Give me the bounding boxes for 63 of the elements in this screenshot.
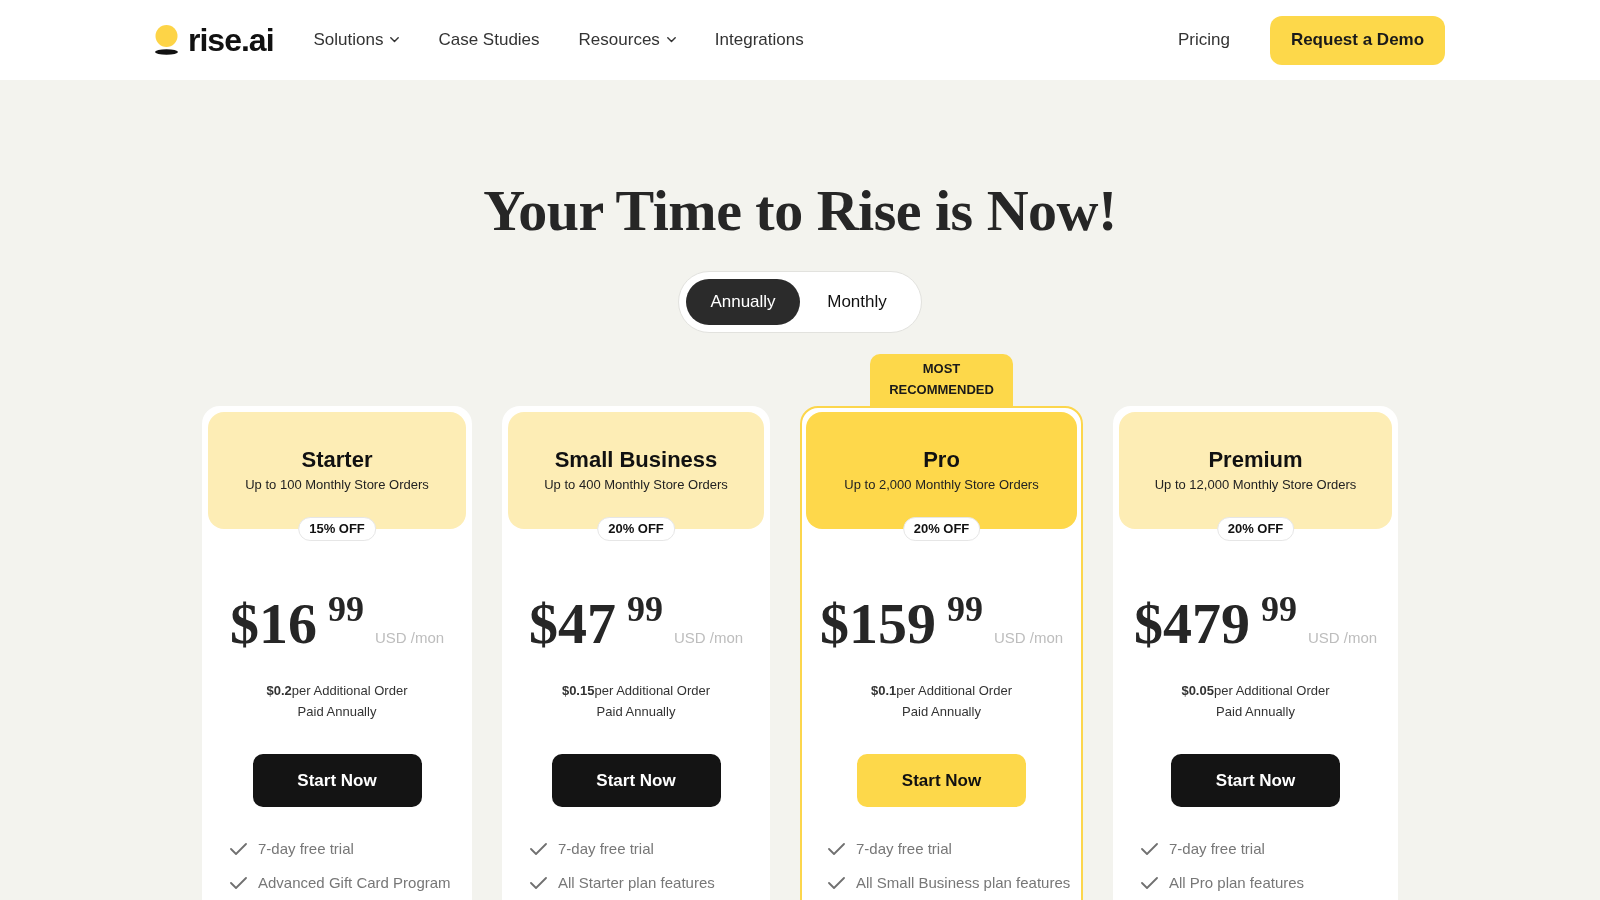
feature-text: All Starter plan features (558, 873, 715, 893)
check-icon (230, 843, 247, 855)
logo-icon[interactable] (155, 25, 178, 55)
discount-badge: 15% OFF (298, 517, 376, 541)
feature-text: 7-day free trial (856, 839, 952, 859)
price-cents: 99 (946, 591, 983, 627)
billing-note: Paid Annually (595, 703, 677, 721)
start-now-button[interactable]: Start Now (551, 754, 721, 807)
price-unit: USD /mon (1307, 628, 1378, 648)
check-icon (530, 877, 547, 889)
price-unit: USD /mon (374, 628, 445, 648)
additional-order-price: $0.05per Additional Order (1180, 682, 1331, 700)
price-cents: 99 (1260, 591, 1297, 627)
check-icon (828, 877, 845, 889)
start-now-button[interactable]: Start Now (252, 754, 422, 807)
price-unit: USD /mon (673, 628, 744, 648)
additional-order-price: $0.1per Additional Order (870, 682, 1013, 700)
check-icon (1141, 843, 1158, 855)
price-cents: 99 (626, 591, 663, 627)
discount-badge: 20% OFF (902, 517, 981, 541)
plan-name: Small Business (554, 446, 718, 474)
pricing-link[interactable]: Pricing (1178, 28, 1230, 52)
request-demo-button[interactable]: Request a Demo (1270, 15, 1445, 65)
discount-badge: 20% OFF (1216, 517, 1295, 541)
plan-name: Premium (1208, 446, 1303, 474)
discount-badge: 20% OFF (597, 517, 675, 541)
feature-text: All Small Business plan features (856, 873, 1071, 893)
plan-subtitle: Up to 12,000 Monthly Store Orders (1154, 476, 1357, 494)
check-icon (530, 843, 547, 855)
nav-link[interactable]: Solutions (313, 28, 400, 52)
check-icon (828, 843, 845, 855)
plan-name: Starter (301, 446, 373, 474)
price-amount: $479 (1133, 595, 1250, 653)
plan-subtitle: Up to 400 Monthly Store Orders (544, 476, 728, 494)
plan-subtitle: Up to 2,000 Monthly Store Orders (844, 476, 1039, 494)
price-cents: 99 (327, 591, 364, 627)
start-now-button[interactable]: Start Now (1171, 754, 1340, 807)
feature-text: Advanced Gift Card Program (258, 873, 451, 893)
check-icon (1141, 877, 1158, 889)
billing-note: Paid Annually (901, 703, 982, 721)
feature-text: All Pro plan features (1169, 873, 1305, 893)
additional-order-price: $0.2per Additional Order (265, 682, 409, 700)
billing-note: Paid Annually (296, 703, 378, 721)
plan-subtitle: Up to 100 Monthly Store Orders (245, 476, 429, 494)
nav-link[interactable]: Resources (578, 28, 676, 52)
feature-text: 7-day free trial (1169, 839, 1265, 859)
logo-text[interactable]: rise.ai (188, 24, 274, 56)
nav-link[interactable]: Integrations (714, 28, 804, 52)
additional-order-price: $0.15per Additional Order (560, 682, 712, 700)
price-amount: $16 (229, 595, 317, 653)
billing-option[interactable]: Annually (686, 279, 800, 325)
price-unit: USD /mon (993, 628, 1064, 648)
recommended-banner: MOST RECOMMENDED (870, 354, 1013, 406)
start-now-button[interactable]: Start Now (857, 754, 1026, 807)
price-amount: $159 (819, 595, 936, 653)
feature-text: 7-day free trial (258, 839, 354, 859)
feature-text: 7-day free trial (558, 839, 654, 859)
billing-note: Paid Annually (1215, 703, 1296, 721)
plan-name: Pro (923, 446, 960, 474)
nav-link[interactable]: Case Studies (438, 28, 540, 52)
page-title: Your Time to Rise is Now! (483, 182, 1117, 240)
price-amount: $47 (528, 595, 616, 653)
check-icon (230, 877, 247, 889)
